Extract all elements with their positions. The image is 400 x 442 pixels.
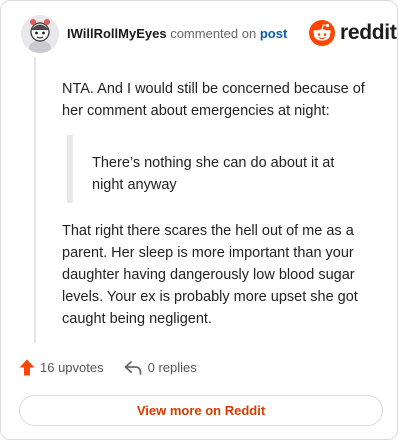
comment-card: IWillRollMyEyes commented on post reddit…: [0, 0, 398, 440]
reddit-logo-icon: [309, 20, 335, 46]
reply-count: 0 replies: [147, 360, 197, 375]
username[interactable]: IWillRollMyEyes: [67, 26, 167, 41]
upvote-button[interactable]: 16 upvotes: [19, 359, 104, 376]
view-more-label: View more on Reddit: [136, 403, 266, 418]
avatar[interactable]: [21, 15, 59, 53]
thread-line: [34, 57, 36, 343]
comment-header: IWillRollMyEyes commented on post: [67, 26, 287, 41]
comment-paragraph-2: That right there scares the hell out of …: [62, 223, 358, 327]
upvote-arrow-icon: [19, 359, 35, 376]
comment-actions: 16 upvotes 0 replies: [19, 359, 197, 376]
post-link[interactable]: post: [260, 26, 287, 41]
view-more-button[interactable]: View more on Reddit: [19, 395, 383, 426]
quote-bar: [67, 135, 73, 203]
reddit-logo[interactable]: reddit: [309, 19, 397, 47]
reply-icon: [124, 360, 141, 375]
reply-button[interactable]: 0 replies: [124, 360, 197, 375]
reddit-wordmark: reddit: [340, 21, 397, 44]
comment-quote: There’s nothing she can do about it at n…: [92, 155, 335, 193]
comment-paragraph-1: NTA. And I would still be concerned beca…: [62, 81, 365, 119]
upvote-count: 16 upvotes: [40, 360, 104, 375]
commented-on-text: commented on: [170, 26, 257, 41]
